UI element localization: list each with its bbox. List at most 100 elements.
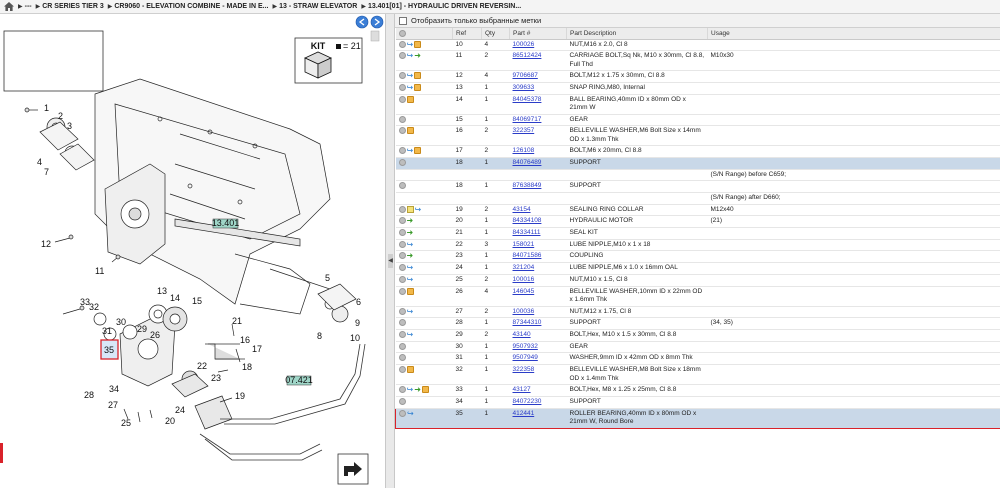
row-icons[interactable] (395, 114, 453, 127)
cell-part-number[interactable]: 84045378 (509, 94, 567, 115)
row-icons[interactable]: ↪ (395, 306, 453, 319)
table-row[interactable]: 18 1 84076489 SUPPORT (395, 157, 1000, 170)
select-circle-icon[interactable] (398, 127, 406, 135)
splitter-grip-icon[interactable]: ◀ (388, 254, 393, 268)
table-row[interactable]: ↪ 10 4 100026 NUT,M16 x 2.0, Cl 8 (395, 39, 1000, 52)
scrollbar-thumb[interactable] (370, 30, 380, 42)
row-icons[interactable] (395, 317, 453, 330)
table-row[interactable]: 16 2 322357 BELLEVILLE WASHER,M6 Bolt Size … (395, 125, 1000, 147)
row-icons[interactable]: ↪ (395, 204, 453, 217)
cell-part-number[interactable]: 309633 (509, 82, 567, 95)
row-icons[interactable]: ↪ (395, 239, 453, 252)
table-row[interactable]: ↪➜ 11 2 86512424 CARRIAGE BOLT,Sq Nk, M10 x … (395, 50, 1000, 72)
table-row[interactable]: 30 1 9507932 GEAR (395, 341, 1000, 354)
row-icons[interactable]: ↪ (395, 407, 453, 429)
cell-part-number[interactable] (509, 169, 567, 182)
link-arrow-icon[interactable]: ↪ (407, 40, 414, 48)
row-icons[interactable] (395, 94, 453, 115)
cell-part-number[interactable]: 86512424 (509, 50, 567, 72)
select-circle-icon[interactable] (398, 83, 406, 91)
breadcrumb-item-section[interactable]: 13.401[01] - HYDRAULIC DRIVEN REVERSIN..… (368, 3, 521, 10)
note-icon[interactable] (406, 205, 414, 213)
cell-part-number[interactable]: 84334111 (509, 227, 567, 240)
row-icons[interactable] (395, 286, 453, 307)
cell-part-number[interactable]: 84069717 (509, 114, 567, 127)
cell-part-number[interactable]: 322358 (509, 364, 567, 386)
select-circle-icon[interactable] (398, 264, 406, 272)
diagram-thumbnail[interactable] (3, 30, 104, 92)
cell-part-number[interactable]: 9507949 (509, 352, 567, 366)
select-circle-icon[interactable] (398, 95, 406, 103)
header-ref[interactable]: Ref (452, 28, 482, 40)
cell-part-number[interactable]: 322357 (509, 125, 567, 147)
table-row[interactable]: ➜ 20 1 84334108 HYDRAULIC MOTOR (21) (395, 215, 1000, 228)
table-row[interactable]: 26 4 146045 BELLEVILLE WASHER,10mm ID x 22m… (395, 286, 1000, 307)
breadcrumb-item-series[interactable]: CR SERIES TIER 3 (42, 3, 103, 10)
select-circle-icon[interactable] (398, 228, 406, 236)
select-circle-icon[interactable] (398, 115, 406, 123)
row-icons[interactable]: ↪ (395, 329, 453, 342)
table-row[interactable]: (S/N Range) before C659; (395, 169, 1000, 182)
table-row[interactable]: 31 1 9507949 WASHER,9mm ID x 42mm OD x 8mm … (395, 352, 1000, 366)
table-row[interactable]: ↪ 12 4 9706687 BOLT,M12 x 1.75 x 30mm, Cl 8.… (395, 70, 1000, 83)
next-page-button[interactable] (370, 15, 384, 29)
header-select-icon[interactable] (395, 28, 453, 40)
export-icon[interactable] (337, 453, 369, 485)
select-circle-icon[interactable] (398, 159, 406, 167)
row-icons[interactable]: ↪ (395, 70, 453, 83)
package-icon[interactable] (414, 147, 422, 155)
row-icons[interactable] (395, 396, 453, 409)
select-circle-icon[interactable] (398, 147, 406, 155)
table-row[interactable]: ➜ 23 1 84071586 COUPLING (395, 250, 1000, 264)
breadcrumb-item-root[interactable]: --- (25, 3, 32, 10)
select-circle-icon[interactable] (398, 275, 406, 283)
header-usage[interactable]: Usage (707, 28, 1000, 40)
link-arrow-icon[interactable]: ↪ (407, 72, 414, 80)
row-icons[interactable] (395, 169, 453, 182)
cell-part-number[interactable]: 84076489 (509, 157, 567, 170)
cell-part-number[interactable] (509, 192, 567, 205)
row-icons[interactable]: ↪ (395, 262, 453, 275)
cell-part-number[interactable]: 43127 (509, 384, 567, 397)
row-icons[interactable] (395, 341, 453, 354)
pane-splitter[interactable]: ◀ (385, 14, 395, 488)
table-row[interactable]: 18 1 87638849 SUPPORT (395, 180, 1000, 194)
link-arrow-icon[interactable]: ↪ (415, 205, 422, 213)
link-arrow-icon[interactable]: ↪ (407, 409, 414, 417)
cell-part-number[interactable]: 126108 (509, 145, 567, 159)
green-arrow-icon[interactable]: ➜ (407, 228, 414, 236)
breadcrumb-item-model[interactable]: CR9060 - ELEVATION COMBINE - MADE IN E..… (114, 3, 268, 10)
cell-part-number[interactable]: 100026 (509, 39, 567, 52)
package-icon[interactable] (414, 83, 422, 91)
header-part-number[interactable]: Part # (509, 28, 567, 40)
row-icons[interactable] (395, 192, 453, 205)
select-circle-icon[interactable] (398, 386, 406, 394)
callout-35-selected[interactable]: 35 (100, 339, 119, 360)
select-circle-icon[interactable] (398, 252, 406, 260)
package-icon[interactable] (414, 72, 422, 80)
cell-part-number[interactable]: 87638849 (509, 180, 567, 194)
cell-part-number[interactable]: 9507932 (509, 341, 567, 354)
show-selected-only-checkbox[interactable] (399, 16, 407, 25)
cell-part-number[interactable]: 412441 (509, 407, 567, 429)
table-row[interactable]: 28 1 87344310 SUPPORT (34, 35) (395, 317, 1000, 330)
header-qty[interactable]: Qty (481, 28, 510, 40)
row-icons[interactable] (395, 364, 453, 386)
link-arrow-icon[interactable]: ↪ (407, 240, 414, 248)
table-row[interactable]: (S/N Range) after D660; (395, 192, 1000, 205)
table-row[interactable]: ↪ 29 2 43140 BOLT,Hex, M10 x 1.5 x 30mm, Cl … (395, 329, 1000, 342)
select-circle-icon[interactable] (398, 205, 406, 213)
row-icons[interactable] (395, 157, 453, 170)
select-circle-icon[interactable] (398, 287, 406, 295)
package-icon[interactable] (414, 40, 422, 48)
header-description[interactable]: Part Description (566, 28, 708, 40)
breadcrumb-item-group[interactable]: 13 - STRAW ELEVATOR (279, 3, 357, 10)
table-row[interactable]: ↪ 19 2 43154 SEALING RING COLLAR M12x40 (395, 204, 1000, 217)
cell-part-number[interactable]: 321204 (509, 262, 567, 275)
cell-part-number[interactable]: 84334108 (509, 215, 567, 228)
link-arrow-icon[interactable]: ↪ (407, 307, 414, 315)
row-icons[interactable]: ↪ (395, 82, 453, 95)
select-circle-icon[interactable] (398, 217, 406, 225)
cell-part-number[interactable]: 43140 (509, 329, 567, 342)
package-icon[interactable] (421, 386, 429, 394)
